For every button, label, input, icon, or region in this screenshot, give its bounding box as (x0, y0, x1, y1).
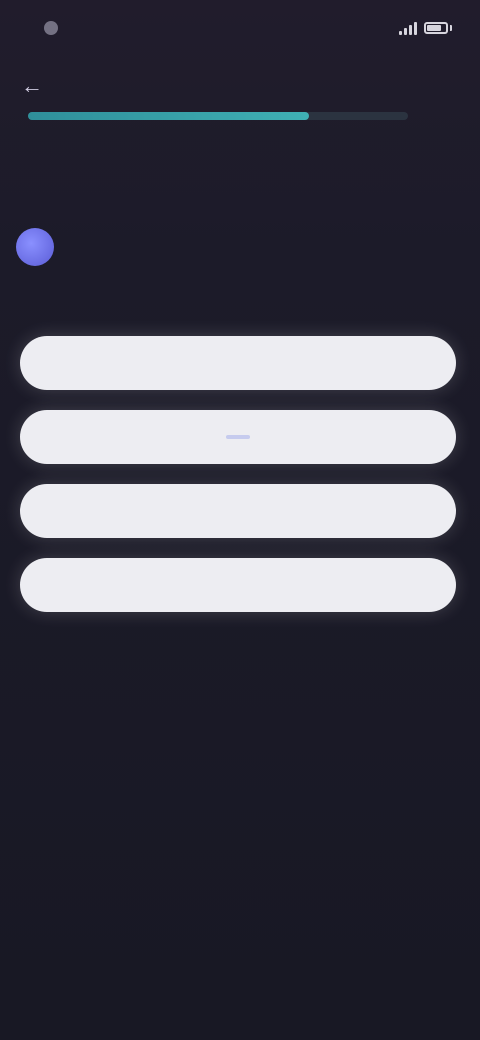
battery-icon (424, 22, 448, 34)
arrow-left-icon: ← (21, 73, 43, 98)
option-button-3[interactable] (20, 484, 456, 538)
signal-icon (399, 21, 417, 35)
progress-fill (28, 112, 310, 120)
status-right (399, 21, 452, 35)
app-screen: ← (0, 0, 480, 1040)
option-label (226, 435, 250, 439)
notification-dot-icon (44, 21, 58, 35)
info-text (68, 226, 464, 232)
status-left (34, 21, 58, 35)
info-row (16, 226, 464, 286)
header: ← (0, 60, 480, 112)
back-button[interactable]: ← (16, 70, 48, 102)
progress-bar (28, 112, 408, 120)
options-list (20, 336, 456, 612)
option-button-1[interactable] (20, 336, 456, 390)
option-button-2[interactable] (20, 410, 456, 464)
status-bar (0, 0, 480, 56)
option-button-4[interactable] (20, 558, 456, 612)
info-icon[interactable] (16, 228, 54, 266)
battery-cap (450, 25, 452, 31)
